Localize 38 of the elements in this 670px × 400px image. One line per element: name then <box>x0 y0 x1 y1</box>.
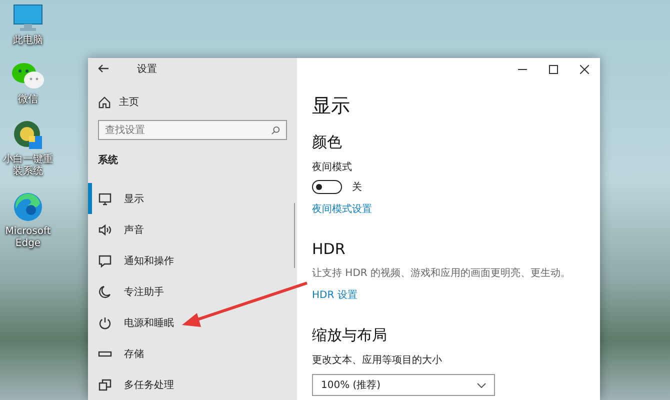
chat-bubbles-icon <box>11 60 45 90</box>
settings-link[interactable]: 夜间模式设置 <box>312 202 372 216</box>
page-heading: 显示 <box>312 94 351 119</box>
section-heading: 缩放与布局 <box>312 326 388 345</box>
power-icon <box>98 316 112 330</box>
section-heading: 系统 <box>97 154 119 168</box>
maximize-icon <box>549 64 558 74</box>
moon-icon <box>98 284 112 298</box>
section-heading: 颜色 <box>312 133 343 152</box>
nav-item[interactable]: 电源和睡眠 <box>88 307 297 338</box>
setting-label: 更改文本、应用等项目的大小 <box>312 354 443 367</box>
section-heading: HDR <box>312 240 346 258</box>
monitor-icon <box>98 192 112 206</box>
section-description: 让支持 HDR 的视频、游戏和应用的画面更明亮、更生动。 <box>312 266 572 280</box>
message-icon <box>98 254 112 268</box>
scale-dropdown[interactable]: 100% (推荐) <box>312 374 495 396</box>
search-field[interactable]: 查找设置 <box>98 120 287 140</box>
home-link[interactable]: 主页 <box>88 92 168 112</box>
installer-logo-icon <box>12 119 44 151</box>
monitor-icon <box>13 4 43 32</box>
toggle-state-label: 关 <box>352 180 362 194</box>
back-arrow-icon <box>98 64 109 73</box>
speaker-icon <box>98 222 112 236</box>
setting-label: 夜间模式 <box>312 160 353 174</box>
search-icon <box>271 126 280 136</box>
toggle-switch[interactable] <box>312 180 342 194</box>
chevron-down-icon <box>477 382 486 388</box>
nav-item[interactable]: 声音 <box>88 214 297 245</box>
nav-item[interactable]: 存储 <box>88 338 297 369</box>
nav-item[interactable]: 通知和操作 <box>88 245 297 276</box>
window-title: 设置 <box>137 62 157 76</box>
settings-link[interactable]: HDR 设置 <box>312 288 358 302</box>
home-icon <box>98 96 111 109</box>
browser-logo-icon <box>12 191 44 223</box>
close-icon <box>580 64 589 74</box>
nav-item[interactable]: 专注助手 <box>88 276 297 307</box>
nav-item[interactable]: 多任务处理 <box>88 369 297 400</box>
multitask-icon <box>98 378 112 392</box>
